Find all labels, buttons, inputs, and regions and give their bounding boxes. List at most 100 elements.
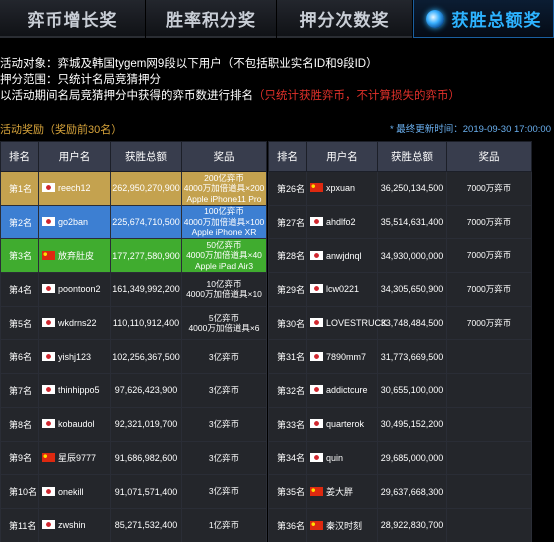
user-cell: addictcure <box>306 373 378 408</box>
korea-flag-icon <box>310 351 323 361</box>
rank-cell: 第33名 <box>268 406 307 442</box>
rank-cell: 第6名 <box>0 339 39 375</box>
rank-cell: 第11名 <box>0 507 39 542</box>
prize-line: 4000万加倍道具×6 <box>188 323 260 334</box>
total-cell: 35,514,631,400 <box>377 204 447 240</box>
user-name[interactable]: quin <box>326 453 343 463</box>
korea-flag-icon <box>42 217 55 227</box>
prize-line: 3亿弈币 <box>208 385 240 396</box>
rank-cell: 第26名 <box>268 171 307 206</box>
ranking-rule-note: （只统计获胜弈币，不计算损失的弈币） <box>253 90 460 102</box>
rank-cell: 第7名 <box>0 373 39 408</box>
header-rank: 排名 <box>268 141 307 172</box>
prize-line: 3亿弈币 <box>208 452 240 463</box>
user-name[interactable]: reech12 <box>58 183 91 193</box>
korea-flag-icon <box>310 217 323 227</box>
user-cell: 放弃肚皮 <box>38 238 111 274</box>
user-name[interactable]: 星辰9777 <box>58 453 96 463</box>
user-name[interactable]: poontoon2 <box>58 284 101 294</box>
user-name[interactable]: ahdlfo2 <box>326 217 356 227</box>
user-name[interactable]: thinhippo5 <box>58 385 100 395</box>
user-name[interactable]: 秦汉时刻 <box>326 521 362 531</box>
table-row: 第36名 秦汉时刻 28,922,830,700 <box>268 507 532 542</box>
rank-cell: 第10名 <box>0 474 39 509</box>
table-row: 第5名 wkdrns22 110,110,912,400 5亿弈币 4000万加倍道具×… <box>0 305 267 341</box>
prize-cell: 7000万弈币 <box>446 238 532 274</box>
ranking-rule-main: 以活动期间名局竞猜押分中获得的弈币数进行排名 <box>0 90 253 102</box>
total-cell: 177,277,580,900 <box>110 238 182 274</box>
user-name[interactable]: anwjdnql <box>326 251 362 261</box>
table-header-row: 排名 用户名 获胜总额 奖品 <box>0 141 267 172</box>
user-name[interactable]: onekill <box>58 487 84 497</box>
tab-coin-growth-label: 弈币增长奖 <box>27 10 118 30</box>
user-name[interactable]: xpxuan <box>326 183 355 193</box>
user-cell: quarterok <box>306 406 378 442</box>
user-name[interactable]: lcw0221 <box>326 284 359 294</box>
prize-line: 5亿弈币 <box>208 312 240 323</box>
table-row: 第4名 poontoon2 161,349,992,200 10亿弈币 4000万加倍道… <box>0 272 267 307</box>
korea-flag-icon <box>310 318 323 328</box>
prize-cell: 3亿弈币 <box>181 474 267 509</box>
user-cell: quin <box>306 440 378 476</box>
rank-cell: 第30名 <box>268 305 307 341</box>
user-name[interactable]: wkdrns22 <box>58 318 97 328</box>
total-cell: 30,495,152,200 <box>377 406 447 442</box>
header-user: 用户名 <box>38 141 111 172</box>
korea-flag-icon <box>42 284 55 294</box>
prize-cell <box>446 406 532 442</box>
user-name[interactable]: go2ban <box>58 217 88 227</box>
user-cell: 秦汉时刻 <box>306 507 378 542</box>
user-cell: onekill <box>38 474 111 509</box>
user-name[interactable]: kobaudol <box>58 419 95 429</box>
user-name[interactable]: zwshin <box>58 520 86 530</box>
rank-cell: 第35名 <box>268 474 307 509</box>
user-name[interactable]: 姜大胖 <box>326 487 353 497</box>
prize-cell <box>446 440 532 476</box>
table-row: 第34名 quin 29,685,000,000 <box>268 440 532 476</box>
total-cell: 161,349,992,200 <box>110 272 182 307</box>
orb-icon <box>425 9 444 28</box>
prize-line: 3亿弈币 <box>208 486 240 497</box>
table-row: 第8名 kobaudol 92,321,019,700 3亿弈币 <box>0 406 267 442</box>
prize-line: Apple iPhone XR <box>191 227 257 238</box>
total-cell: 29,685,000,000 <box>377 440 447 476</box>
user-name[interactable]: LOVESTRUCK <box>326 318 387 328</box>
update-time: * 最终更新时间：2019-09-30 17:00:00 <box>389 124 551 135</box>
prize-line: 100亿弈币 <box>204 206 244 217</box>
tab-win-rate[interactable]: 胜率积分奖 <box>146 0 276 38</box>
rank-cell: 第27名 <box>268 204 307 240</box>
user-name[interactable]: addictcure <box>326 385 368 395</box>
table-row: 第28名 anwjdnql 34,930,000,000 7000万弈币 <box>268 238 532 274</box>
rank-cell: 第1名 <box>0 171 39 206</box>
event-info: 活动对象：弈城及韩国tygem网9段以下用户（不包括职业实名ID和9段ID） 押… <box>0 56 460 104</box>
user-cell: go2ban <box>38 204 111 240</box>
prize-cell: 7000万弈币 <box>446 272 532 307</box>
rank-cell: 第28名 <box>268 238 307 274</box>
china-flag-icon <box>310 520 323 530</box>
user-cell: xpxuan <box>306 171 378 206</box>
reward-title: 活动奖励（奖励前30名） <box>0 124 123 136</box>
user-name[interactable]: 放弃肚皮 <box>58 251 94 261</box>
total-cell: 34,305,650,900 <box>377 272 447 307</box>
rank-cell: 第2名 <box>0 204 39 240</box>
rank-cell: 第8名 <box>0 406 39 442</box>
total-cell: 91,071,571,400 <box>110 474 182 509</box>
tab-total-winnings[interactable]: 获胜总额奖 <box>413 0 554 38</box>
table-row: 第11名 zwshin 85,271,532,400 1亿弈币 <box>0 507 267 542</box>
prize-line: 4000万加倍道具×40 <box>186 250 262 261</box>
user-name[interactable]: 7890mm7 <box>326 352 366 362</box>
user-cell: yishj123 <box>38 339 111 375</box>
user-name[interactable]: yishj123 <box>58 352 91 362</box>
prize-cell: 50亿弈币 4000万加倍道具×40 Apple iPad Air3 <box>181 238 267 274</box>
table-row: 第10名 onekill 91,071,571,400 3亿弈币 <box>0 474 267 509</box>
rank-cell: 第5名 <box>0 305 39 341</box>
tab-bet-count[interactable]: 押分次数奖 <box>277 0 412 38</box>
tab-coin-growth[interactable]: 弈币增长奖 <box>0 0 145 38</box>
prize-cell: 5亿弈币 4000万加倍道具×6 <box>181 305 267 341</box>
table-row: 第2名 go2ban 225,674,710,500 100亿弈币 4000万加倍道具×… <box>0 204 267 240</box>
prize-line: Apple iPad Air3 <box>194 260 254 271</box>
table-row: 第32名 addictcure 30,655,100,000 <box>268 373 532 408</box>
table-row: 第6名 yishj123 102,256,367,500 3亿弈币 <box>0 339 267 375</box>
user-name[interactable]: quarterok <box>326 419 364 429</box>
total-cell: 85,271,532,400 <box>110 507 182 542</box>
